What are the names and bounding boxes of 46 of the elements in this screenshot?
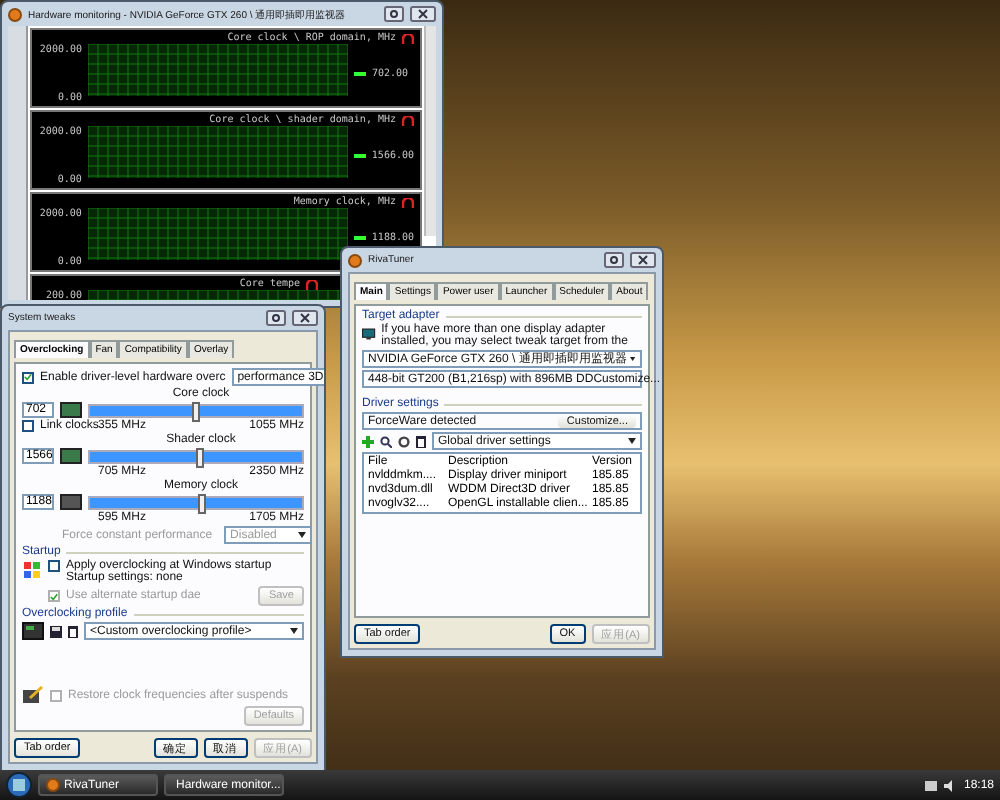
checkbox[interactable]	[22, 371, 34, 383]
value-marker-icon	[353, 236, 366, 240]
add-icon[interactable]	[362, 435, 374, 447]
network-icon[interactable]	[923, 779, 938, 791]
help-icon[interactable]	[266, 310, 286, 326]
app-icon	[46, 778, 60, 792]
value-marker-icon	[353, 154, 366, 158]
start-icon[interactable]	[6, 772, 32, 798]
value-marker-icon	[354, 72, 366, 76]
slider-thumb[interactable]	[192, 401, 200, 421]
magnet-icon	[402, 33, 414, 43]
speaker-icon[interactable]	[943, 779, 958, 791]
clock-slider[interactable]	[88, 449, 304, 463]
search-icon[interactable]	[380, 435, 392, 447]
close-icon[interactable]	[292, 310, 318, 326]
save-icon[interactable]	[50, 625, 62, 637]
settings-icon[interactable]	[398, 435, 410, 447]
checkbox[interactable]	[48, 560, 60, 572]
clock-slider[interactable]	[88, 495, 304, 509]
magnet-icon	[402, 197, 414, 207]
broom-icon	[22, 686, 44, 704]
close-icon[interactable]	[410, 6, 436, 22]
magnet-icon	[306, 279, 318, 289]
help-icon[interactable]	[604, 252, 624, 268]
app-icon	[348, 253, 362, 267]
clock-slider[interactable]	[88, 403, 304, 417]
caret-icon	[628, 438, 636, 444]
trash-icon[interactable]	[416, 435, 426, 447]
magnet-icon	[402, 115, 414, 125]
checkbox[interactable]	[22, 420, 34, 432]
trash-icon[interactable]	[68, 625, 78, 637]
slider-thumb[interactable]	[196, 447, 205, 467]
close-icon[interactable]	[630, 252, 656, 268]
caret-icon	[298, 532, 307, 538]
app-icon	[8, 7, 22, 21]
chip-icon	[60, 494, 82, 510]
chip-icon	[60, 402, 82, 418]
caret-icon	[290, 628, 298, 634]
help-icon[interactable]	[384, 6, 404, 22]
caret-icon	[630, 356, 636, 362]
monitor-icon	[362, 324, 376, 344]
card-icon	[22, 622, 44, 640]
chip-icon	[60, 448, 82, 464]
windows-flag-icon	[22, 560, 42, 580]
slider-thumb[interactable]	[198, 493, 207, 513]
scrollbar[interactable]	[424, 26, 436, 236]
